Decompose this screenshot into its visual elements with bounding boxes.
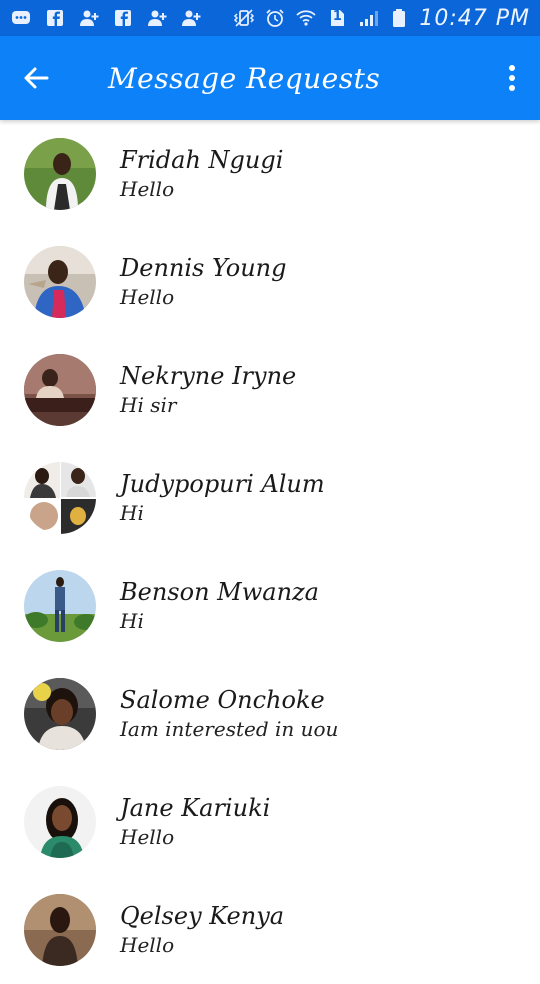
sim-icon: 1 xyxy=(326,7,348,29)
wifi-icon xyxy=(295,7,317,29)
more-vert-icon xyxy=(509,65,515,91)
avatar xyxy=(24,786,96,858)
message-request-item[interactable]: Jane Kariuki Hello xyxy=(0,768,540,876)
alarm-icon xyxy=(264,7,286,29)
avatar xyxy=(24,570,96,642)
message-request-item[interactable]: Nekryne Iryne Hi sir xyxy=(0,336,540,444)
avatar xyxy=(24,894,96,966)
message-preview: Hi xyxy=(120,501,144,525)
message-request-item[interactable]: Benson Mwanza Hi xyxy=(0,552,540,660)
sender-name: Judypopuri Alum xyxy=(120,470,325,498)
message-preview: Hello xyxy=(120,933,175,957)
avatar xyxy=(24,246,96,318)
signal-icon xyxy=(357,7,379,29)
notification-icons xyxy=(10,7,202,29)
message-preview: Hello xyxy=(120,285,175,309)
back-button[interactable] xyxy=(8,50,64,106)
avatar xyxy=(24,462,96,534)
message-preview: Hello xyxy=(120,825,175,849)
sender-name: Qelsey Kenya xyxy=(120,902,285,930)
messenger-icon xyxy=(10,7,32,29)
sim-badge: 1 xyxy=(332,9,342,24)
message-request-item[interactable]: Fridah Ngugi Hello xyxy=(0,120,540,228)
sender-name: Jane Kariuki xyxy=(120,794,271,822)
status-time: 10:47 PM xyxy=(419,5,530,31)
avatar xyxy=(24,354,96,426)
app-bar: Message Requests xyxy=(0,36,540,120)
facebook-icon xyxy=(112,7,134,29)
sender-name: Dennis Young xyxy=(120,254,287,282)
sender-name: Nekryne Iryne xyxy=(120,362,297,390)
message-request-item[interactable]: Dennis Young Hello xyxy=(0,228,540,336)
add-friend-icon xyxy=(78,7,100,29)
message-request-item[interactable]: Qelsey Kenya Hello xyxy=(0,876,540,984)
add-friend-icon xyxy=(180,7,202,29)
vibrate-icon xyxy=(233,7,255,29)
avatar xyxy=(24,678,96,750)
message-preview: Hello xyxy=(120,177,175,201)
message-preview: Iam interested in uou xyxy=(120,717,339,741)
message-request-item[interactable]: Judypopuri Alum Hi xyxy=(0,444,540,552)
avatar xyxy=(24,138,96,210)
sender-name: Salome Onchoke xyxy=(120,686,325,714)
battery-icon xyxy=(388,7,410,29)
page-title: Message Requests xyxy=(108,61,381,95)
message-preview: Hi xyxy=(120,609,144,633)
facebook-icon xyxy=(44,7,66,29)
sender-name: Benson Mwanza xyxy=(120,578,319,606)
back-arrow-icon xyxy=(24,67,49,89)
more-options-button[interactable] xyxy=(498,50,526,106)
message-request-list: Fridah Ngugi Hello Dennis Young Hello Ne… xyxy=(0,120,540,984)
add-friend-icon xyxy=(146,7,168,29)
message-preview: Hi sir xyxy=(120,393,177,417)
system-icons: 1 10:47 PM xyxy=(233,6,530,31)
status-bar: 1 10:47 PM xyxy=(0,0,540,36)
message-request-item[interactable]: Salome Onchoke Iam interested in uou xyxy=(0,660,540,768)
sender-name: Fridah Ngugi xyxy=(120,146,284,174)
